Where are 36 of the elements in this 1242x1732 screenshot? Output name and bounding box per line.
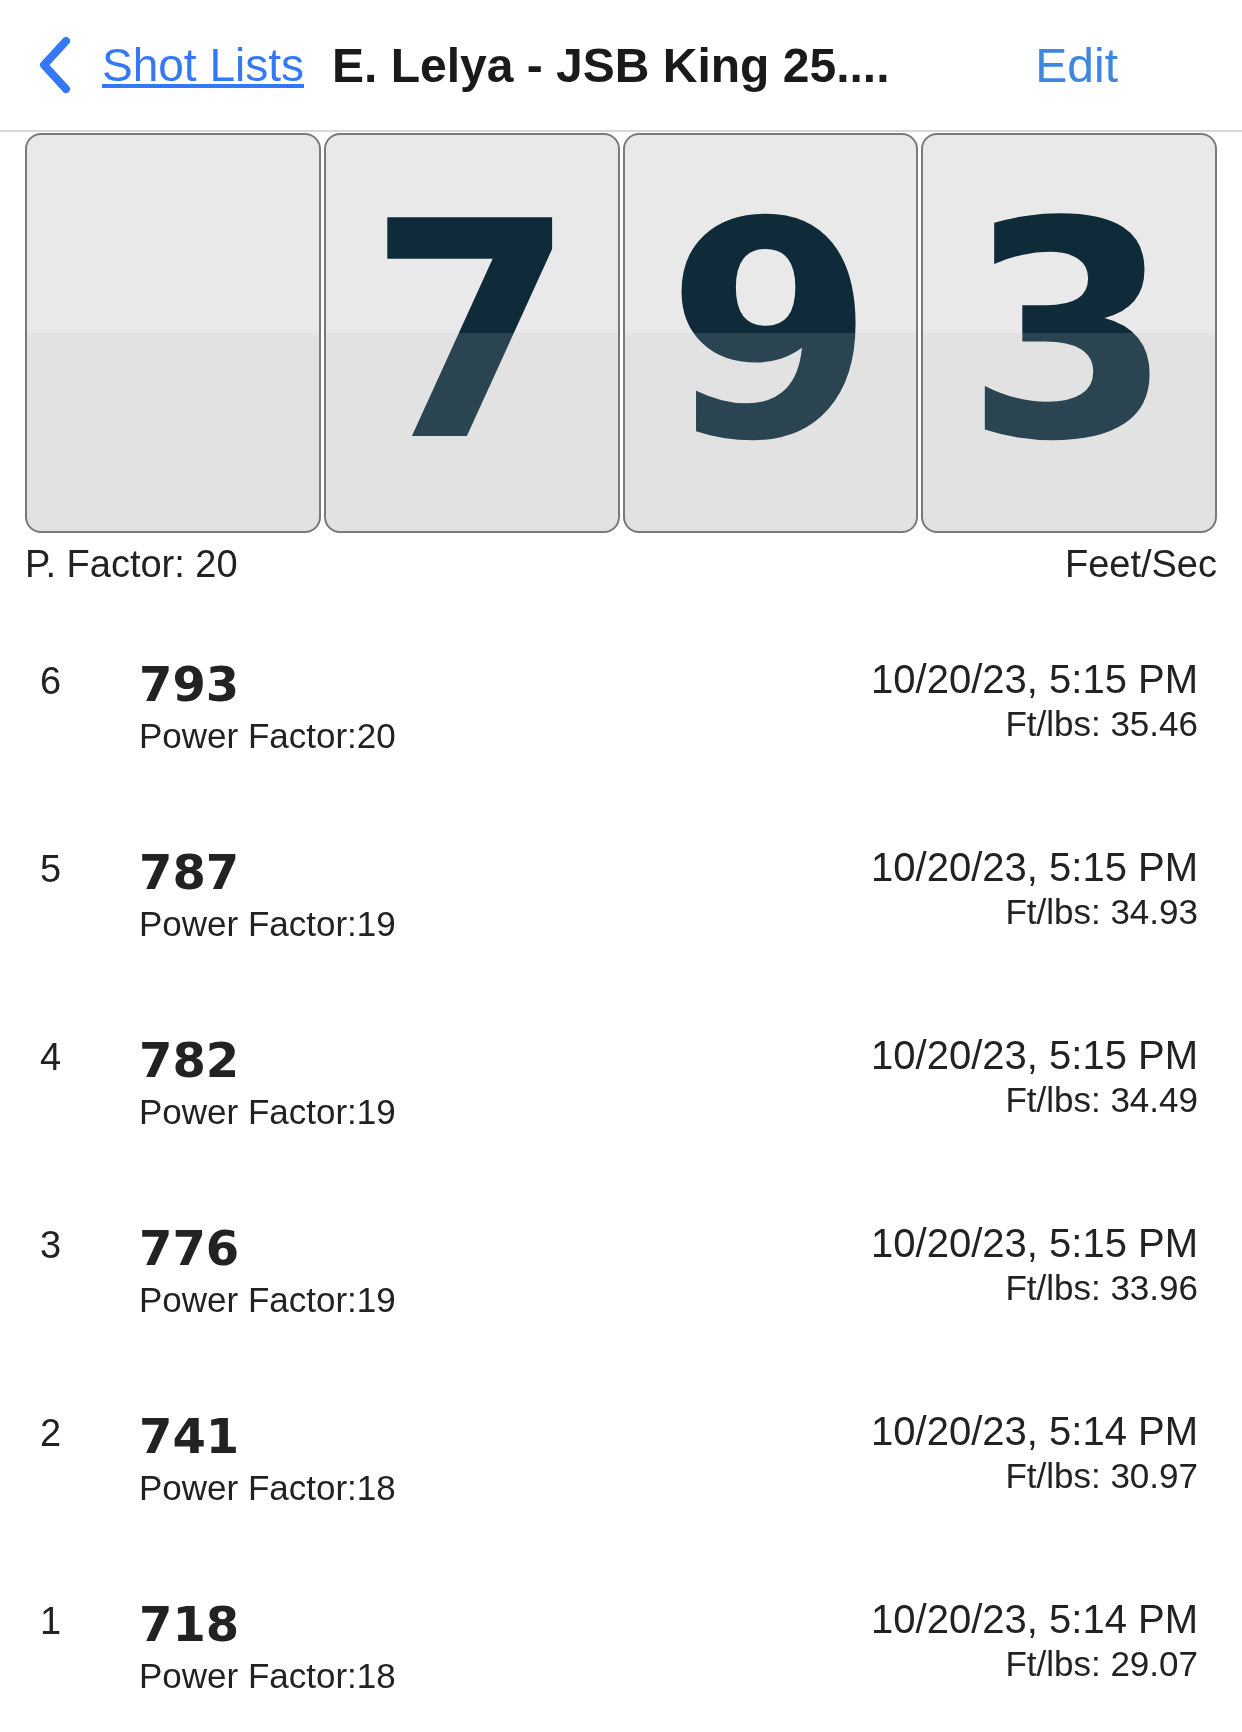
velocity-value: 776: [139, 1219, 240, 1278]
shot-timestamp: 10/20/23, 5:15 PM: [871, 1032, 1198, 1079]
energy-text: Ft/lbs: 30.97: [1005, 1456, 1198, 1496]
shot-timestamp: 10/20/23, 5:15 PM: [871, 844, 1198, 891]
shot-timestamp: 10/20/23, 5:15 PM: [871, 656, 1198, 703]
power-factor-label: P. Factor: 20: [25, 543, 238, 586]
shot-timestamp: 10/20/23, 5:15 PM: [871, 1220, 1198, 1267]
velocity-value: 782: [139, 1031, 240, 1090]
shot-number: 3: [40, 1223, 63, 1268]
unit-label: Feet/Sec: [1064, 543, 1217, 586]
velocity-value: 718: [139, 1595, 240, 1654]
energy-text: Ft/lbs: 35.46: [1005, 704, 1198, 744]
shot-number: 4: [40, 1035, 63, 1080]
power-factor-text: Power Factor:19: [139, 1092, 396, 1132]
edit-button[interactable]: Edit: [1035, 37, 1118, 93]
shot-number: 5: [40, 847, 63, 892]
power-factor-text: Power Factor:18: [139, 1656, 396, 1696]
velocity-value: 787: [139, 843, 240, 902]
power-factor-text: Power Factor:19: [139, 1280, 396, 1320]
shot-timestamp: 10/20/23, 5:14 PM: [871, 1596, 1198, 1643]
energy-text: Ft/lbs: 33.96: [1005, 1268, 1198, 1308]
energy-text: Ft/lbs: 34.93: [1005, 892, 1198, 932]
shot-number: 1: [40, 1599, 63, 1644]
nav-title: E. Lelya - JSB King 25....: [332, 37, 890, 93]
power-factor-text: Power Factor:20: [139, 716, 396, 756]
velocity-value: 741: [139, 1407, 240, 1466]
velocity-value: 793: [139, 655, 240, 714]
power-factor-text: Power Factor:18: [139, 1468, 396, 1508]
back-chevron-icon[interactable]: [38, 35, 72, 95]
energy-text: Ft/lbs: 34.49: [1005, 1080, 1198, 1120]
shot-number: 6: [40, 659, 63, 704]
energy-text: Ft/lbs: 29.07: [1005, 1644, 1198, 1684]
shot-number: 2: [40, 1411, 63, 1456]
shot-timestamp: 10/20/23, 5:14 PM: [871, 1408, 1198, 1455]
power-factor-text: Power Factor:19: [139, 904, 396, 944]
back-link[interactable]: Shot Lists: [102, 38, 304, 92]
